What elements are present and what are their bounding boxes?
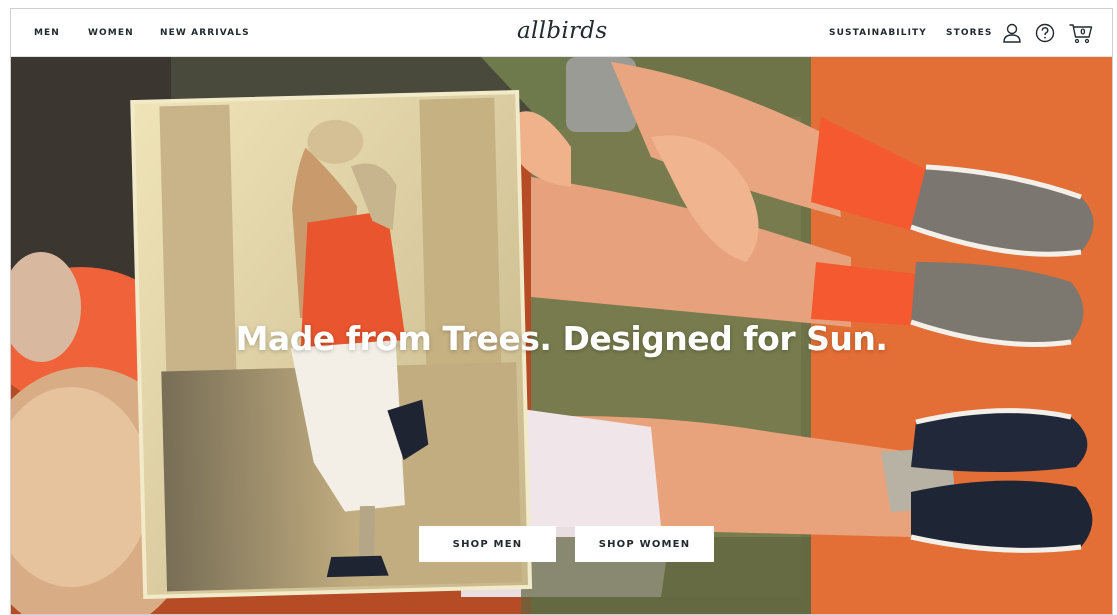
cart-icon[interactable]: 0 xyxy=(1068,22,1094,44)
account-icon[interactable] xyxy=(1001,22,1023,44)
browser-page: MEN WOMEN NEW ARRIVALS allbirds SUSTAINA… xyxy=(10,8,1113,615)
help-icon[interactable] xyxy=(1034,22,1056,44)
nav-link-stores[interactable]: STORES xyxy=(946,28,992,38)
nav-link-sustainability[interactable]: SUSTAINABILITY xyxy=(829,28,927,38)
nav-link-new-arrivals[interactable]: NEW ARRIVALS xyxy=(160,28,250,38)
shop-women-button[interactable]: SHOP WOMEN xyxy=(575,526,714,562)
shop-men-button[interactable]: SHOP MEN xyxy=(419,526,556,562)
top-navigation: MEN WOMEN NEW ARRIVALS allbirds SUSTAINA… xyxy=(11,9,1112,57)
nav-link-women[interactable]: WOMEN xyxy=(88,28,134,38)
nav-link-men[interactable]: MEN xyxy=(34,28,60,38)
hero-banner: Made from Trees. Designed for Sun. SHOP … xyxy=(11,57,1112,614)
allbirds-logo[interactable]: allbirds xyxy=(517,18,607,44)
hero-headline: Made from Trees. Designed for Sun. xyxy=(235,319,888,358)
cart-count: 0 xyxy=(1080,28,1085,37)
